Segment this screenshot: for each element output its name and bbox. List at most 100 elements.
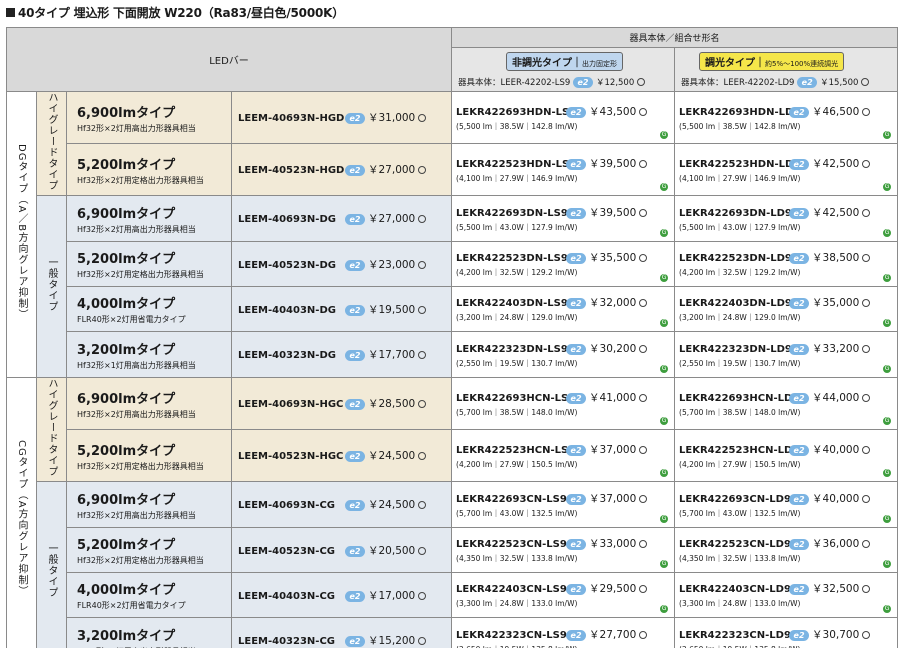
green-mark-icon: G [660, 417, 669, 425]
lumen-type-desc: Hf32形×2灯用高出力形器具相当 [77, 510, 196, 520]
lumen-type-name: 4,000lmタイプ [77, 297, 176, 312]
e2-icon: e2 [566, 343, 587, 355]
system-ld-cell: LEKR422693DN-LD9 e2 ￥42,500 (5,500 lm｜43.0W… [674, 195, 899, 242]
system-header: 器具本体／組合せ形名 [451, 27, 899, 48]
system-price: ￥42,500 [812, 206, 860, 219]
lumen-type-name: 6,900lmタイプ [77, 206, 176, 222]
lumen-type-desc: Hf32形×1灯用高出力形器具相当 [77, 360, 196, 370]
table-row: 3,200lmタイプ Hf32形×1灯用高出力形器具相当 LEEM-40323N-D… [7, 331, 899, 378]
e2-icon: e2 [566, 539, 587, 550]
green-mark-icon: G [660, 469, 669, 477]
system-ls-cell: LEKR422693HDN-LS9e2 ￥43,500 (5,500 lm｜38.5… [451, 91, 676, 144]
system-code: LEKR422693CN-LS9 [456, 493, 567, 505]
e2-icon: e2 [789, 253, 810, 264]
e2-icon: e2 [789, 106, 810, 118]
circle-icon [862, 630, 871, 639]
lumen-type-cell: 6,900lmタイプ Hf32形×2灯用高出力形器具相当 [66, 195, 232, 242]
system-code: LEKR422693HDN-LD9 [679, 106, 801, 118]
e2-icon: e2 [345, 500, 365, 511]
system-spec: (2,650 lm｜19.5W｜135.8 lm/W) [456, 644, 674, 648]
lumen-type-desc: Hf32形×2灯用定格出力形器具相当 [77, 461, 204, 471]
circle-icon [639, 344, 648, 353]
system-price: ￥37,000 [589, 492, 637, 505]
system-price: ￥40,000 [812, 492, 860, 505]
green-mark-icon: G [660, 183, 669, 191]
lumen-type-cell: 6,900lmタイプ Hf32形×2灯用高出力形器具相当 [66, 481, 232, 528]
led-bar-cell: LEEM-40323N-CG e2 ￥15,200 [230, 617, 453, 648]
system-ls-cell: LEKR422523HDN-LS9e2 ￥39,500 (4,100 lm｜27.9… [451, 143, 676, 196]
system-spec: (3,300 lm｜24.8W｜133.0 lm/W) [679, 599, 801, 608]
circle-icon [639, 159, 648, 168]
circle-icon [639, 393, 648, 402]
circle-icon [418, 591, 427, 600]
lumen-type-name: 6,900lmタイプ [77, 105, 176, 121]
lumen-type-desc: Hf32形×2灯用定格出力形器具相当 [77, 556, 204, 565]
circle-icon [862, 540, 871, 548]
led-bar-cell: LEEM-40403N-CG e2 ￥17,000 [230, 572, 453, 618]
circle-icon [639, 630, 648, 639]
system-spec: (4,200 lm｜32.5W｜129.2 lm/W) [456, 268, 578, 277]
dim-badge: 調光タイプ｜約5%～100%連続調光 [699, 52, 845, 71]
system-code: LEKR422403CN-LD9 [679, 584, 791, 595]
group-label: DGタイプ（A／B方向グレア抑制） [6, 91, 37, 378]
lumen-type-cell: 4,000lmタイプ FLR40形×2灯用省電力タイプ [66, 572, 232, 618]
system-price: ￥38,500 [812, 252, 860, 264]
system-code: LEKR422693DN-LD9 [679, 207, 792, 219]
system-ld-cell: LEKR422523HDN-LD9e2 ￥42,500 (4,100 lm｜27.9… [674, 143, 899, 196]
e2-icon: e2 [789, 493, 810, 505]
system-spec: (5,500 lm｜38.5W｜142.8 lm/W) [679, 121, 801, 131]
system-spec: (3,200 lm｜24.8W｜129.0 lm/W) [679, 313, 801, 322]
subgroup-general: 一般タイプ [36, 481, 67, 648]
circle-icon [639, 107, 648, 116]
table-row: 5,200lmタイプ Hf32形×2灯用定格出力形器具相当 LEEM-40523N-… [7, 143, 899, 196]
led-bar-cell: LEEM-40693N-CG e2 ￥24,500 [230, 481, 453, 528]
led-bar-price: ￥24,500 [368, 499, 416, 511]
led-bar-price: ￥15,200 [368, 635, 416, 647]
system-code: LEKR422323CN-LS9 [456, 629, 567, 641]
system-code: LEKR422693HDN-LS9 [456, 106, 577, 118]
system-price: ￥35,500 [589, 252, 637, 264]
system-spec: (5,700 lm｜38.5W｜148.0 lm/W) [456, 407, 578, 417]
e2-icon: e2 [789, 444, 810, 456]
led-bar-cell: LEEM-40523N-HGD e2 ￥27,000 [230, 143, 453, 196]
e2-icon: e2 [566, 493, 587, 505]
led-bar-code: LEEM-40323N-DG [238, 350, 336, 361]
system-price: ￥30,200 [589, 342, 637, 355]
green-mark-icon: G [883, 319, 892, 327]
system-ls-cell: LEKR422693DN-LS9 e2 ￥39,500 (5,500 lm｜43.0W… [451, 195, 676, 242]
led-bar-price: ￥24,500 [368, 450, 416, 462]
led-bar-cell: LEEM-40523N-CG e2 ￥20,500 [230, 527, 453, 573]
led-bar-code: LEEM-40403N-DG [238, 304, 336, 316]
system-price: ￥44,000 [812, 391, 860, 404]
subgroup-general: 一般タイプ [36, 195, 67, 378]
green-mark-icon: G [660, 365, 669, 373]
system-price: ￥35,000 [812, 297, 860, 309]
led-bar-cell: LEEM-40523N-HGC e2 ￥24,500 [230, 429, 453, 482]
circle-icon [862, 445, 871, 454]
green-mark-icon: G [883, 560, 892, 568]
circle-icon [418, 114, 427, 122]
table-row: CGタイプ（A方向グレア抑制） ハイグレードタイプ 6,900lmタイプ Hf32形×… [6, 377, 899, 648]
system-code: LEKR422523DN-LS9 [456, 253, 568, 264]
system-ld-cell: LEKR422403CN-LD9 e2 ￥32,500 (3,300 lm｜24.8W… [674, 572, 899, 618]
system-code: LEKR422403DN-LD9 [679, 298, 792, 309]
led-bar-price: ￥27,000 [368, 164, 416, 176]
e2-icon: e2 [345, 399, 365, 410]
e2-icon: e2 [345, 165, 365, 176]
non-dim-badge: 非調光タイプ｜出力固定形 [506, 52, 624, 71]
led-bar-cell: LEEM-40693N-HGD e2 ￥31,000 [230, 91, 453, 144]
lumen-type-cell: 6,900lmタイプ Hf32形×2灯用高出力形器具相当 [66, 377, 232, 430]
system-spec: (4,350 lm｜32.5W｜133.8 lm/W) [456, 554, 578, 563]
led-bar-code: LEEM-40523N-CG [238, 545, 335, 557]
led-bar-price: ￥17,700 [368, 349, 416, 361]
lumen-type-desc: Hf32形×2灯用高出力形器具相当 [77, 224, 196, 234]
system-price: ￥46,500 [812, 105, 860, 118]
system-price: ￥37,000 [589, 443, 637, 456]
e2-icon: e2 [566, 253, 587, 264]
system-spec: (5,500 lm｜38.5W｜142.8 lm/W) [456, 121, 578, 131]
table-row: 一般タイプ 6,900lmタイプ Hf32形×2灯用高出力形器具相当 LEEM-406… [7, 481, 899, 648]
led-bar-price: ￥19,500 [368, 303, 416, 316]
e2-icon: e2 [789, 584, 810, 595]
system-ld-cell: LEKR422323DN-LD9 e2 ￥33,200 (2,550 lm｜19.5W… [674, 331, 899, 378]
system-ls-cell: LEKR422403CN-LS9 e2 ￥29,500 (3,300 lm｜24.8W… [451, 572, 676, 618]
